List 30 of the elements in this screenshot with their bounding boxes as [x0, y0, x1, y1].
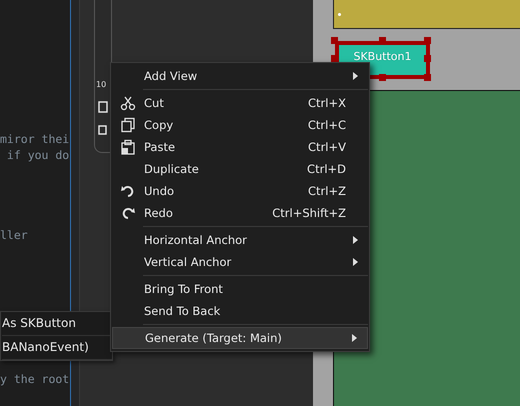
menu-item[interactable]: Cut Ctrl+X [112, 92, 368, 114]
menu-item[interactable]: Bring To Front [112, 278, 368, 300]
resize-handle[interactable] [379, 37, 386, 44]
resize-handle[interactable] [379, 74, 386, 81]
resize-handle[interactable] [331, 55, 338, 62]
menu-item[interactable]: Horizontal Anchor [112, 229, 368, 251]
toolbar-icon[interactable] [98, 101, 108, 113]
code-line: y the root [0, 371, 70, 387]
menu-item[interactable]: Undo Ctrl+Z [112, 180, 368, 202]
scissors-icon [120, 95, 136, 111]
menu-item[interactable]: Vertical Anchor [112, 251, 368, 273]
menu-item[interactable]: Duplicate Ctrl+D [112, 158, 368, 180]
toolbar-icon[interactable] [98, 125, 108, 135]
menu-item[interactable]: Send To Back [112, 300, 368, 322]
code-line: miror thei [0, 131, 70, 147]
code-line: ller [0, 227, 29, 243]
resize-handle[interactable] [424, 37, 431, 44]
anchor-dot [338, 12, 341, 16]
menu-item[interactable]: Copy Ctrl+C [112, 114, 368, 136]
resize-handle[interactable] [331, 37, 338, 44]
menu-item[interactable]: Paste Ctrl+V [112, 136, 368, 158]
redo-icon [120, 205, 136, 221]
menu-item[interactable]: Redo Ctrl+Shift+Z [112, 202, 368, 224]
copy-icon [120, 117, 136, 133]
toolbar-label: 10 [96, 80, 106, 89]
panel[interactable] [333, 0, 520, 29]
undo-icon [120, 183, 136, 199]
code-line: if you do [6, 147, 70, 163]
paste-icon [120, 139, 136, 155]
menu-item[interactable]: Generate (Target: Main) [112, 327, 368, 349]
